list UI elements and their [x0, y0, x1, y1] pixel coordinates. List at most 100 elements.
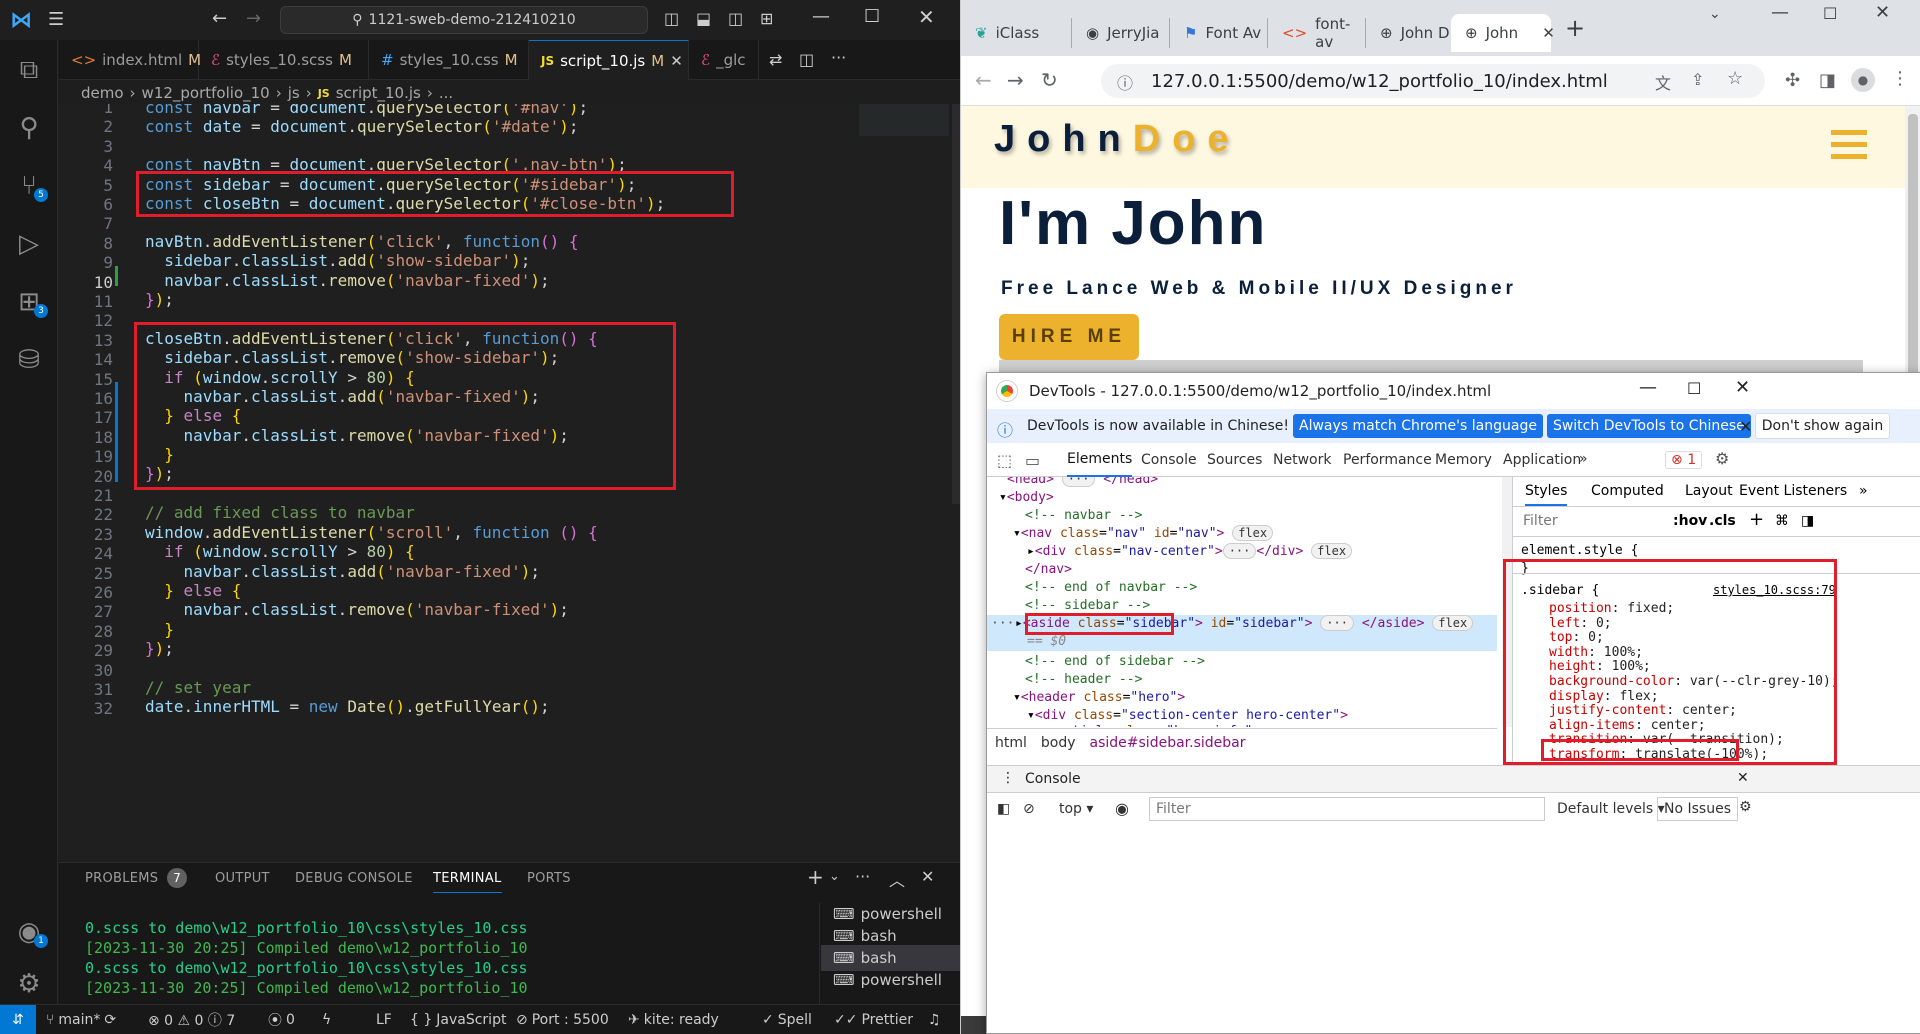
breadcrumb-item[interactable]: html — [995, 735, 1027, 751]
side-panel-icon[interactable]: ◨ — [1819, 70, 1836, 91]
close-window-icon[interactable]: ✕ — [918, 5, 935, 29]
tab-layout[interactable]: Layout — [1685, 483, 1733, 499]
css-property[interactable]: left: 0; — [1549, 616, 1612, 631]
tab-styles-scss[interactable]: ℰstyles_10.scss M — [199, 40, 369, 80]
tab-sources[interactable]: Sources — [1207, 443, 1262, 477]
more-actions-icon[interactable]: ··· — [855, 867, 870, 886]
console-sidebar-icon[interactable]: ◧ — [997, 801, 1010, 817]
tab-event-listeners[interactable]: Event Listeners — [1739, 483, 1847, 499]
console-filter-input[interactable]: Filter — [1149, 797, 1545, 821]
terminal-instance-powershell[interactable]: ⌨ powershell — [821, 967, 960, 993]
bookmark-star-icon[interactable]: ☆ — [1727, 68, 1743, 89]
clear-console-icon[interactable]: ⊘ — [1023, 801, 1035, 817]
paint-icon[interactable]: ⌘ — [1775, 513, 1789, 529]
compare-icon[interactable]: ⇄ — [769, 50, 782, 69]
maximize-icon[interactable]: ☐ — [1687, 379, 1701, 398]
close-panel-icon[interactable]: ✕ — [921, 867, 934, 886]
split-editor-icon[interactable]: ◫ — [799, 50, 814, 69]
css-property[interactable]: position: fixed; — [1549, 601, 1674, 616]
tab-john-active[interactable]: ⊕ John ✕ — [1451, 14, 1555, 52]
extensions-puzzle-icon[interactable]: ✣ — [1785, 70, 1800, 91]
tab-iclass[interactable]: ❦ iClass — [961, 18, 1071, 48]
tab-font-awesome[interactable]: ⚑ Font Av — [1169, 18, 1267, 48]
switch-chinese-button[interactable]: Switch DevTools to Chinese — [1546, 414, 1751, 438]
close-tab-icon[interactable]: ✕ — [1542, 24, 1555, 42]
back-arrow-icon[interactable]: ← — [212, 8, 227, 29]
profile-avatar[interactable]: ● — [1851, 68, 1875, 92]
language-status[interactable]: { } JavaScript — [410, 1005, 506, 1034]
more-tabs-icon[interactable]: » — [1579, 451, 1588, 467]
prettier-status[interactable]: ✓✓ Prettier — [834, 1005, 913, 1034]
sidebar-toggle-icon[interactable]: ◨ — [1801, 513, 1814, 529]
source-control-icon[interactable]: ⑂ 5 — [0, 164, 58, 208]
more-actions-icon[interactable]: ··· — [831, 48, 846, 67]
tab-output[interactable]: OUTPUT — [215, 871, 270, 886]
css-property[interactable]: height: 100%; — [1549, 659, 1651, 674]
css-property[interactable]: align-items: center; — [1549, 718, 1706, 733]
toggle-sidebar-icon[interactable]: ◫ — [664, 9, 679, 28]
close-icon[interactable]: ✕ — [1739, 417, 1752, 436]
settings-gear-icon[interactable]: ⚙ — [0, 962, 58, 1006]
tab-ports[interactable]: PORTS — [527, 871, 571, 886]
context-select[interactable]: top ▾ — [1059, 801, 1093, 817]
more-tabs-icon[interactable]: » — [1859, 483, 1868, 499]
command-center-search[interactable]: ⚲ 1121-sweb-demo-212410210 — [280, 6, 648, 34]
tab-terminal[interactable]: TERMINAL — [433, 871, 502, 893]
breadcrumb-item[interactable]: aside#sidebar.sidebar — [1090, 735, 1246, 751]
drawer-menu-icon[interactable]: ⋮ — [1001, 770, 1015, 786]
tab-console[interactable]: Console — [1141, 443, 1197, 477]
address-bar[interactable]: ⓘ 127.0.0.1:5500/demo/w12_portfolio_10/i… — [1101, 64, 1765, 98]
code-editor[interactable]: 1 2 3 4 5 6 7 8 9 10 11 12 13 14 15 16 17 18 19 20 21 22 23 24 2… — [59, 104, 960, 862]
problems-status[interactable]: ⊗ 0 ⚠ 0 ⓘ 7 — [148, 1005, 235, 1034]
forward-arrow-icon[interactable]: → — [1007, 68, 1024, 92]
kite-status[interactable]: ✈ kite: ready — [628, 1005, 719, 1034]
accounts-icon[interactable]: ◉ 1 — [0, 910, 58, 954]
lightning-icon[interactable]: ϟ — [322, 1005, 331, 1034]
dom-tree[interactable]: <head> ··· </head> ▾<body> <!-- navbar -… — [987, 477, 1497, 727]
tab-styles-css[interactable]: # styles_10.css M — [369, 40, 529, 80]
source-link[interactable]: styles_10.scss:79 — [1713, 583, 1836, 597]
tab-problems[interactable]: PROBLEMS — [85, 871, 158, 886]
maximize-panel-icon[interactable]: ︿ — [889, 867, 905, 891]
dont-show-again-button[interactable]: Don't show again — [1754, 413, 1891, 439]
menu-icon[interactable]: ☰ — [48, 9, 64, 30]
breadcrumb-item[interactable]: js — [288, 84, 300, 102]
inspect-element-icon[interactable]: ⬚ — [997, 451, 1012, 470]
cls-toggle[interactable]: .cls — [1709, 513, 1736, 529]
tab-font-av[interactable]: <> font-av — [1267, 15, 1365, 51]
customize-layout-icon[interactable]: ⊞ — [760, 9, 773, 28]
minimize-icon[interactable]: — — [812, 6, 830, 27]
css-property[interactable]: transform: translate(-100%); — [1549, 747, 1768, 762]
run-debug-icon[interactable]: ▷ — [0, 222, 58, 266]
reload-icon[interactable]: ↻ — [1041, 68, 1058, 92]
share-icon[interactable]: ⇪ — [1691, 70, 1704, 89]
new-tab-icon[interactable]: + — [1565, 14, 1585, 42]
minimize-icon[interactable]: — — [1639, 377, 1657, 398]
ports-status[interactable]: ⦿ 0 — [268, 1005, 295, 1034]
eye-icon[interactable]: ◉ — [1115, 799, 1129, 818]
maximize-icon[interactable]: ☐ — [1823, 4, 1837, 23]
tab-performance[interactable]: Performance — [1343, 443, 1432, 477]
tab-script-js[interactable]: JS script_10.js M ✕ — [529, 40, 689, 80]
toggle-secondary-sidebar-icon[interactable]: ◫ — [728, 9, 743, 28]
tab-search-icon[interactable]: ⌄ — [1709, 6, 1721, 22]
breadcrumb-item[interactable]: ... — [439, 84, 453, 102]
tab-application[interactable]: Application — [1503, 443, 1581, 477]
explorer-icon[interactable]: ⧉ — [0, 48, 58, 92]
tab-styles[interactable]: Styles — [1525, 483, 1568, 506]
console-drawer-label[interactable]: Console — [1025, 771, 1081, 787]
hov-toggle[interactable]: :hov — [1673, 513, 1707, 529]
close-window-icon[interactable]: ✕ — [1735, 377, 1750, 398]
close-tab-icon[interactable]: ✕ — [670, 52, 683, 70]
back-arrow-icon[interactable]: ← — [975, 68, 992, 92]
tab-computed[interactable]: Computed — [1591, 483, 1664, 499]
search-view-icon[interactable]: ⚲ — [0, 106, 58, 150]
remote-icon[interactable]: ⇵ — [0, 1005, 36, 1034]
maximize-icon[interactable]: ☐ — [864, 6, 880, 27]
settings-gear-icon[interactable]: ⚙ — [1739, 799, 1752, 815]
toggle-panel-icon[interactable]: ⬓ — [696, 9, 711, 28]
tab-debug-console[interactable]: DEBUG CONSOLE — [295, 871, 413, 886]
forward-arrow-icon[interactable]: → — [246, 8, 261, 29]
extensions-icon[interactable]: ⊞ 3 — [0, 280, 58, 324]
tab-index-html[interactable]: <> index.html M — [59, 40, 201, 80]
